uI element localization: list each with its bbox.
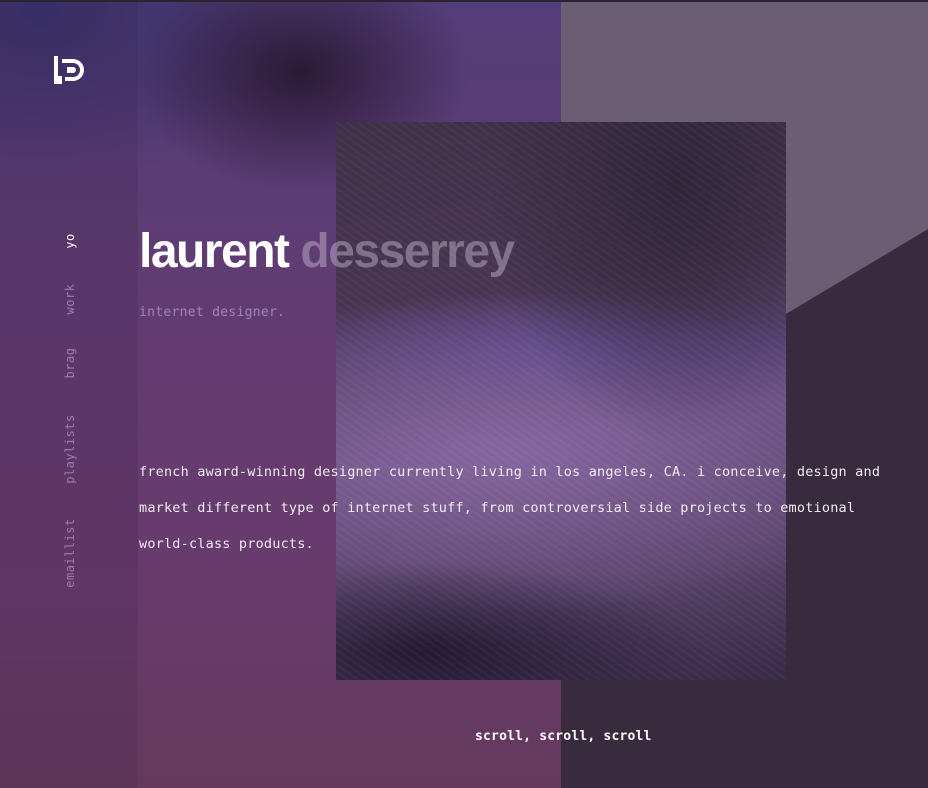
nav-item-playlists[interactable]: playlists (63, 414, 77, 484)
page-title: laurent desserrey (139, 224, 515, 279)
hero-photo (336, 122, 786, 680)
side-navigation: yo work brag playlists emaillist (56, 228, 84, 608)
role-subtitle: internet designer. (139, 305, 286, 320)
last-name: desserrey (300, 225, 515, 278)
nav-item-brag[interactable]: brag (63, 348, 77, 379)
ld-monogram-icon[interactable] (52, 56, 88, 84)
nav-item-yo[interactable]: yo (63, 233, 77, 248)
bio-paragraph: french award-winning designer currently … (139, 464, 881, 552)
nav-item-emaillist[interactable]: emaillist (63, 518, 77, 588)
nav-item-work[interactable]: work (63, 284, 77, 315)
scroll-hint[interactable]: scroll, scroll, scroll (475, 729, 652, 744)
first-name: laurent (139, 225, 290, 278)
